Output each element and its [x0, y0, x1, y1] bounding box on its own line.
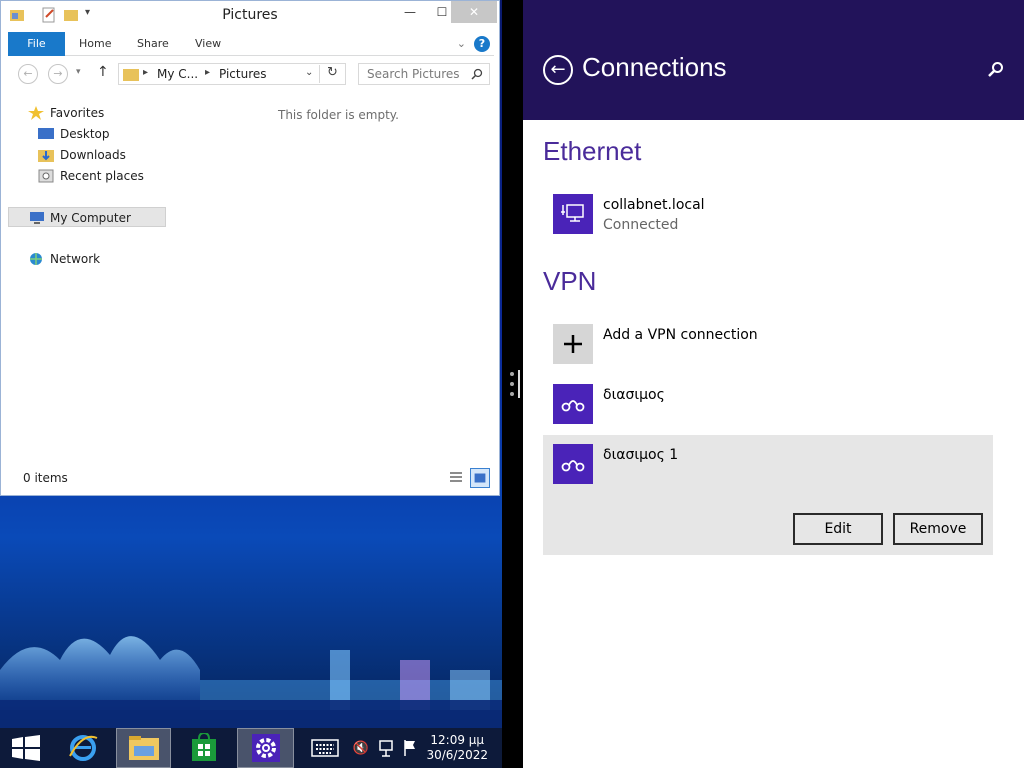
search-placeholder: Search Pictures — [367, 67, 460, 81]
clock-date: 30/6/2022 — [426, 748, 488, 762]
item-count: 0 items — [23, 471, 68, 485]
snap-handle-icon[interactable] — [507, 368, 521, 400]
nav-downloads[interactable]: Downloads — [38, 145, 158, 165]
store-icon — [192, 733, 216, 761]
vpn-tile — [553, 384, 593, 424]
details-view-icon[interactable] — [448, 470, 464, 486]
expand-ribbon-icon[interactable]: ⌄ — [457, 37, 466, 50]
connections-header: ← Connections — [523, 0, 1024, 120]
ethernet-tile — [553, 194, 593, 234]
recent-places-icon — [38, 169, 54, 183]
tab-share[interactable]: Share — [137, 32, 169, 56]
navigation-pane: Favorites Desktop Downloads Recent place… — [8, 96, 166, 456]
breadcrumb-separator-icon: ▸ — [143, 67, 149, 78]
network-icon — [30, 253, 42, 265]
desktop-icon — [38, 128, 54, 139]
windows-logo-icon — [12, 735, 40, 761]
back-button[interactable]: ← — [18, 64, 38, 84]
nav-recent-places[interactable]: Recent places — [38, 166, 158, 186]
folder-icon — [123, 69, 139, 81]
add-vpn-label: Add a VPN connection — [603, 327, 758, 343]
vpn-name: διασιμος 1 — [603, 447, 679, 463]
nav-desktop[interactable]: Desktop — [38, 124, 158, 144]
help-icon[interactable]: ? — [474, 36, 490, 52]
touch-keyboard-button[interactable] — [306, 728, 344, 768]
up-button[interactable]: ↑ — [97, 64, 109, 80]
computer-icon — [30, 212, 44, 224]
forward-button[interactable]: → — [48, 64, 68, 84]
address-bar[interactable]: ▸ My C... ▸ Pictures ⌄ ↻ — [118, 63, 346, 85]
title-bar: ▾ Pictures — ☐ ✕ — [1, 1, 499, 31]
snap-divider[interactable] — [502, 0, 523, 768]
breadcrumb-current[interactable]: Pictures — [219, 67, 267, 81]
taskbar-file-explorer[interactable] — [116, 728, 171, 768]
clock-time: 12:09 μμ — [430, 733, 485, 747]
start-button[interactable] — [6, 728, 46, 768]
nav-network[interactable]: Network — [28, 249, 158, 269]
taskbar: 🔇 12:09 μμ 30/6/2022 — [0, 728, 502, 768]
wallpaper-cityscape — [0, 636, 502, 730]
recent-locations-icon[interactable]: ▾ — [76, 67, 81, 77]
refresh-icon[interactable]: ↻ — [319, 65, 345, 83]
page-title: Connections — [582, 52, 727, 82]
tab-home[interactable]: Home — [79, 32, 111, 56]
taskbar-settings[interactable] — [237, 728, 294, 768]
empty-folder-message: This folder is empty. — [278, 108, 399, 122]
remove-button[interactable]: Remove — [893, 513, 983, 545]
search-input[interactable]: Search Pictures — [358, 63, 490, 85]
ethernet-status: Connected — [603, 217, 679, 233]
system-clock[interactable]: 12:09 μμ 30/6/2022 — [426, 733, 488, 763]
taskbar-store[interactable] — [180, 728, 228, 768]
internet-explorer-icon — [69, 735, 98, 761]
nav-my-computer[interactable]: My Computer — [8, 207, 166, 227]
back-arrow-icon[interactable]: ← — [543, 55, 573, 85]
taskbar-internet-explorer[interactable] — [58, 728, 108, 768]
tab-view[interactable]: View — [195, 32, 221, 56]
vpn-icon — [561, 460, 585, 472]
close-button[interactable]: ✕ — [451, 1, 497, 23]
breadcrumb-separator-icon: ▸ — [205, 67, 211, 78]
nav-favorites[interactable]: Favorites — [28, 103, 158, 123]
network-status-icon[interactable] — [377, 728, 395, 768]
status-bar: 0 items — [8, 467, 494, 491]
section-ethernet: Ethernet — [543, 136, 642, 166]
vpn-icon — [561, 400, 585, 412]
plus-icon — [564, 335, 582, 353]
action-center-flag-icon[interactable] — [402, 728, 418, 768]
vpn-tile — [553, 444, 593, 484]
ethernet-icon — [561, 204, 584, 222]
search-icon — [471, 68, 483, 80]
desktop: ▾ Pictures — ☐ ✕ File Home Share View ⌄ … — [0, 0, 502, 768]
breadcrumb-parent[interactable]: My C... — [157, 67, 198, 81]
large-icons-view-icon[interactable] — [470, 468, 490, 488]
connections-pane: ← Connections Ethernet collabnet.local C… — [523, 0, 1024, 768]
volume-muted-icon[interactable]: 🔇 — [352, 728, 370, 768]
tab-file[interactable]: File — [8, 32, 65, 56]
gear-icon — [251, 734, 280, 762]
edit-button[interactable]: Edit — [793, 513, 883, 545]
ethernet-name: collabnet.local — [603, 197, 705, 213]
add-vpn-tile — [553, 324, 593, 364]
keyboard-icon — [311, 739, 339, 757]
section-vpn: VPN — [543, 266, 597, 296]
star-icon — [28, 106, 44, 120]
file-explorer-icon — [128, 736, 159, 760]
vpn-name: διασιμος — [603, 387, 665, 403]
ribbon: File Home Share View ⌄ ? — [8, 32, 494, 56]
search-icon[interactable] — [988, 61, 1004, 77]
address-dropdown-icon[interactable]: ⌄ — [305, 67, 313, 78]
address-row: ← → ▾ ↑ ▸ My C... ▸ Pictures ⌄ ↻ Search … — [8, 58, 494, 90]
downloads-icon — [38, 150, 54, 162]
file-explorer-window: ▾ Pictures — ☐ ✕ File Home Share View ⌄ … — [0, 0, 500, 496]
